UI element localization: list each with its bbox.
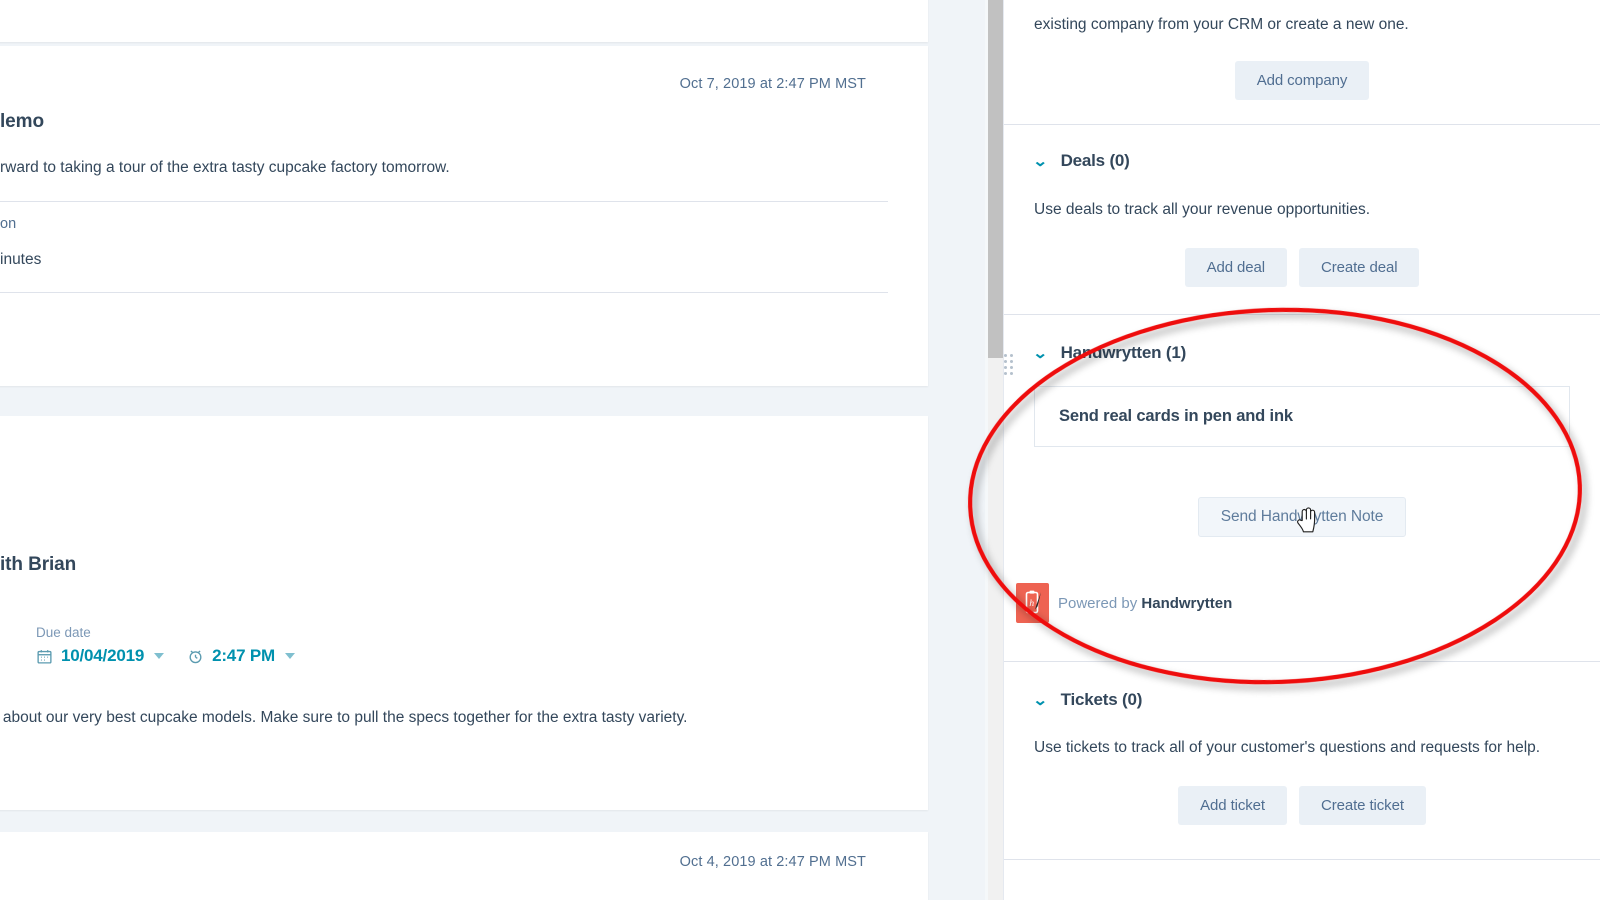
email-divider-1 <box>0 201 888 202</box>
tickets-description: Use tickets to track all of your custome… <box>1034 739 1541 757</box>
timeline-card-task[interactable]: ith Brian Due date 10/04/2019 2:47 PM ay… <box>0 416 928 810</box>
deals-title: Deals (0) <box>1060 151 1130 171</box>
crm-sidebar-panel: existing company from your CRM or create… <box>1003 0 1600 900</box>
due-time-value: 2:47 PM <box>212 646 275 665</box>
due-date-value: 10/04/2019 <box>61 646 145 665</box>
create-deal-button[interactable]: Create deal <box>1298 248 1420 288</box>
add-deal-button[interactable]: Add deal <box>1184 248 1287 288</box>
footer-brand: Handwrytten <box>1141 594 1233 612</box>
drag-handle-icon[interactable] <box>1004 354 1013 376</box>
timeline-card-top-partial <box>0 0 928 42</box>
email-body: rward to taking a tour of the extra tast… <box>0 159 450 176</box>
svg-text:h: h <box>1029 599 1034 609</box>
add-company-button[interactable]: Add company <box>1234 61 1370 101</box>
due-date-label: Due date <box>36 625 91 640</box>
add-ticket-button[interactable]: Add ticket <box>1178 786 1287 826</box>
task-due-date-block: Due date 10/04/2019 2:47 PM <box>36 625 295 666</box>
handwrytten-title: Handwrytten (1) <box>1060 343 1187 363</box>
chevron-down-icon[interactable]: ⌄ <box>1032 693 1048 708</box>
deals-header[interactable]: ⌄ Deals (0) <box>1032 151 1570 171</box>
bottom-timestamp: Oct 4, 2019 at 2:47 PM MST <box>679 854 866 870</box>
send-handwrytten-note-button[interactable]: Send Handwrytten Note <box>1197 497 1407 538</box>
deals-button-row: Add deal Create deal <box>1034 248 1570 288</box>
chevron-down-icon <box>154 653 165 659</box>
email-timestamp: Oct 7, 2019 at 2:47 PM MST <box>679 76 866 92</box>
section-deals: ⌄ Deals (0) Use deals to track all your … <box>1004 125 1600 288</box>
task-body: ay at 4 about our very best cupcake mode… <box>0 709 688 726</box>
email-divider-2 <box>0 292 888 293</box>
section-tickets: ⌄ Tickets (0) Use tickets to track all o… <box>1004 662 1600 826</box>
email-subject: lemo <box>0 111 44 132</box>
section-handwrytten: ⌄ Handwrytten (1) Send real cards in pen… <box>1004 315 1600 624</box>
handwrytten-cta-row: Send Handwrytten Note <box>1034 497 1570 538</box>
due-time-picker[interactable]: 2:47 PM <box>187 646 295 666</box>
task-title: ith Brian <box>0 554 77 575</box>
sidebar-scrollbar-thumb[interactable] <box>988 0 1003 358</box>
calendar-icon <box>36 648 53 665</box>
companies-button-row: Add company <box>1034 61 1570 101</box>
handwrytten-footer: h Powered by Handwrytten <box>1016 583 1570 624</box>
due-date-row: 10/04/2019 2:47 PM <box>36 646 295 666</box>
handwrytten-card: Send real cards in pen and ink <box>1034 386 1570 448</box>
handwrytten-logo-icon: h <box>1016 583 1049 624</box>
section-companies: existing company from your CRM or create… <box>1004 0 1600 101</box>
email-meta-outcome: on <box>0 216 17 232</box>
tickets-header[interactable]: ⌄ Tickets (0) <box>1032 690 1570 710</box>
create-ticket-button[interactable]: Create ticket <box>1298 786 1426 826</box>
timeline-card-bottom-partial[interactable]: Oct 4, 2019 at 2:47 PM MST <box>0 832 928 900</box>
timeline-card-email[interactable]: Oct 7, 2019 at 2:47 PM MST lemo rward to… <box>0 46 928 386</box>
chevron-down-icon <box>284 653 295 659</box>
tickets-button-row: Add ticket Create ticket <box>1034 786 1570 826</box>
handwrytten-headline: Send real cards in pen and ink <box>1059 407 1293 426</box>
deals-description: Use deals to track all your revenue oppo… <box>1034 201 1371 219</box>
due-date-picker[interactable]: 10/04/2019 <box>36 646 165 666</box>
alarm-clock-icon <box>187 648 204 665</box>
chevron-down-icon[interactable]: ⌄ <box>1032 154 1048 169</box>
handwrytten-footer-text: Powered by Handwrytten <box>1058 595 1232 612</box>
handwrytten-header[interactable]: ⌄ Handwrytten (1) <box>1032 343 1570 363</box>
chevron-down-icon[interactable]: ⌄ <box>1032 346 1048 361</box>
footer-prefix: Powered by <box>1058 594 1142 612</box>
email-meta-duration: inutes <box>0 251 42 268</box>
divider-after-tickets <box>1004 859 1600 861</box>
tickets-title: Tickets (0) <box>1060 690 1143 710</box>
screen-root: Oct 7, 2019 at 2:47 PM MST lemo rward to… <box>0 0 1600 900</box>
activity-timeline-column: Oct 7, 2019 at 2:47 PM MST lemo rward to… <box>0 0 985 900</box>
companies-description: existing company from your CRM or create… <box>1034 16 1409 33</box>
